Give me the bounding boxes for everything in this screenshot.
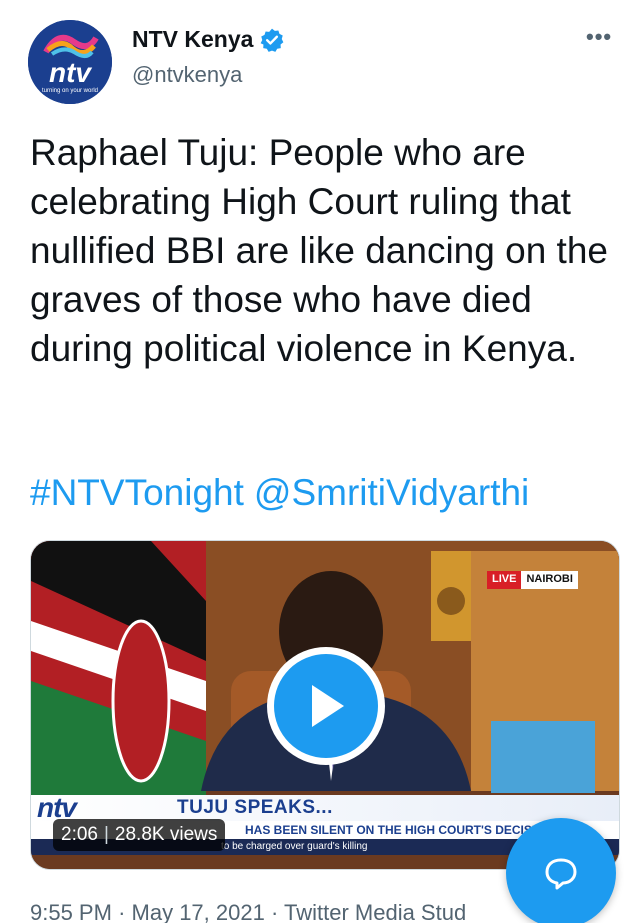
ticker-headline: TUJU SPEAKS... <box>177 797 333 818</box>
play-button[interactable] <box>267 647 385 765</box>
ticker-brand: ntv <box>37 792 77 823</box>
tweet-text: Raphael Tuju: People who are celebrating… <box>30 132 608 369</box>
compose-button[interactable] <box>506 818 616 923</box>
live-label: LIVE <box>487 571 522 589</box>
tweet-hashtags: #NTVTonight @SmritiVidyarthi <box>30 468 539 517</box>
verified-badge-icon <box>261 28 284 52</box>
tweet-meta: 9:55 PM · May 17, 2021 · Twitter Media S… <box>30 900 466 923</box>
ticker-subline: HAS BEEN SILENT ON THE HIGH COURT'S DECI… <box>245 823 554 837</box>
ticker-lower: to be charged over guard's killing <box>221 841 368 852</box>
stats-separator: | <box>103 824 109 845</box>
tweet-source[interactable]: Twitter Media Stud <box>284 900 466 923</box>
compose-reply-icon <box>545 858 577 890</box>
mention-link[interactable]: @SmritiVidyarthi <box>254 472 529 513</box>
meta-separator: · <box>270 900 279 923</box>
account-name[interactable]: NTV Kenya <box>132 26 253 53</box>
video-stats: 2:06 | 28.8K views <box>53 819 226 851</box>
video-player[interactable]: LIVE NAIROBI ntv TUJU SPEAKS... HAS BEEN… <box>30 540 620 870</box>
tweet-header: ntv turning on your world NTV Kenya @ntv… <box>0 0 640 110</box>
tweet-time[interactable]: 9:55 PM <box>30 900 112 923</box>
ticker-headline-bar: ntv TUJU SPEAKS... <box>31 792 619 823</box>
svg-text:ntv: ntv <box>49 57 92 88</box>
ntv-logo-icon: ntv turning on your world <box>28 20 112 104</box>
tweet-date[interactable]: May 17, 2021 <box>132 900 265 923</box>
account-handle[interactable]: @ntvkenya <box>132 62 242 88</box>
play-icon <box>312 685 344 727</box>
avatar[interactable]: ntv turning on your world <box>28 20 112 104</box>
live-badge: LIVE NAIROBI <box>487 571 578 589</box>
video-views: 28.8K views <box>114 824 218 845</box>
hashtag-link[interactable]: #NTVTonight <box>30 472 244 513</box>
video-duration: 2:06 <box>61 824 98 845</box>
meta-separator: · <box>118 900 126 923</box>
account-name-row[interactable]: NTV Kenya <box>132 26 285 53</box>
location-label: NAIROBI <box>521 571 578 589</box>
more-options-icon[interactable]: ••• <box>586 24 612 50</box>
sign-interpreter-inset <box>491 721 595 793</box>
svg-text:turning on your world: turning on your world <box>42 88 98 94</box>
